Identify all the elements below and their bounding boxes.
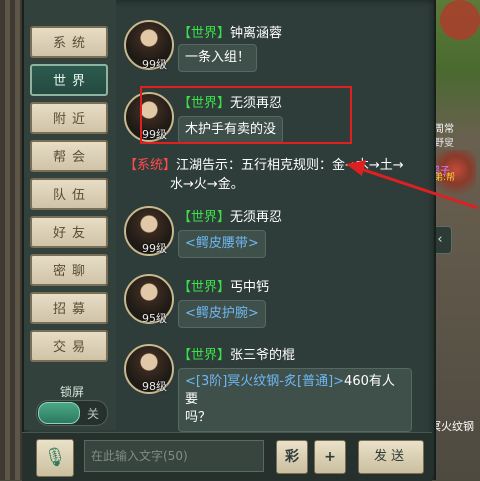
- scene-name-1: 周常: [434, 124, 454, 135]
- message-header: 【世界】张三爷的棍: [178, 344, 295, 363]
- scene-red-marker: [440, 0, 480, 40]
- tab-nearby[interactable]: 附近: [30, 102, 108, 134]
- message-bubble: <[3阶]冥火纹钢-炙[普通]>460有人要 吗？: [178, 368, 412, 432]
- tab-system[interactable]: 系统: [30, 26, 108, 58]
- item-link[interactable]: <鳄皮腰带>: [185, 236, 259, 251]
- system-text-line2: 水→火→金。: [170, 177, 244, 192]
- annotation-highlight-box: [140, 86, 352, 144]
- player-name[interactable]: 钟离涵蓉: [230, 26, 282, 41]
- lock-screen-toggle[interactable]: 关: [36, 400, 108, 426]
- message-header: 【世界】钟离涵蓉: [178, 22, 282, 41]
- player-level: 99级: [142, 58, 167, 71]
- add-button[interactable]: +: [314, 440, 346, 474]
- message-header: 【世界】无须再忍: [178, 206, 282, 225]
- system-message: 【系统】江湖告示：五行相克规则：金→木→土→ 水→火→金。: [124, 156, 424, 194]
- message-header: 【世界】丐中钙: [178, 276, 269, 295]
- chat-panel: 系统 世界 附近 帮会 队伍 好友 密聊 招募 交易 锁屏 关 99级 【世界】…: [22, 0, 436, 480]
- system-text: 【系统】江湖告示：五行相克规则：金→木→土→ 水→火→金。: [124, 156, 424, 194]
- lock-screen-label: 锁屏: [60, 385, 85, 399]
- chat-input[interactable]: [84, 440, 264, 472]
- channel-label: 【世界】: [178, 280, 231, 295]
- channel-label: 【世界】: [178, 26, 231, 41]
- player-level: 99级: [142, 242, 167, 255]
- channel-tabs: 系统 世界 附近 帮会 队伍 好友 密聊 招募 交易 锁屏 关: [24, 0, 116, 430]
- message-list[interactable]: 99级 【世界】钟离涵蓉 一条入组！ 99级 【世界】无须再忍 木护手有卖的没 …: [118, 0, 434, 432]
- scene-name-4: 弟:帮: [434, 173, 456, 183]
- system-text-line1: 江湖告示：五行相克规则：金→木→土→: [176, 158, 404, 173]
- channel-label: 【系统】: [124, 158, 177, 173]
- tab-private[interactable]: 密聊: [30, 254, 108, 286]
- voice-input-button[interactable]: 🎙: [36, 439, 74, 477]
- send-button[interactable]: 发送: [358, 440, 424, 474]
- toggle-knob: [38, 402, 80, 424]
- item-link[interactable]: <[3阶]冥火纹钢-炙[普通]>: [185, 374, 344, 389]
- item-link[interactable]: <鳄皮护腕>: [185, 306, 259, 321]
- message-bubble: <鳄皮腰带>: [178, 230, 266, 258]
- message-bubble: 一条入组！: [178, 44, 258, 72]
- tab-team[interactable]: 队伍: [30, 178, 108, 210]
- microphone-icon: 🎙: [43, 447, 67, 468]
- chevron-left-icon: ‹: [437, 232, 443, 247]
- message-text-line2: 吗？: [185, 410, 212, 425]
- tab-world[interactable]: 世界: [30, 64, 108, 96]
- color-text-button[interactable]: 彩: [276, 440, 308, 474]
- scene-name-2: 野叟: [434, 138, 454, 149]
- player-name[interactable]: 无须再忍: [230, 210, 282, 225]
- scene-bottom-text: 冥火纹钢: [430, 420, 474, 433]
- tab-friends[interactable]: 好友: [30, 216, 108, 248]
- player-level: 95级: [142, 312, 167, 325]
- chat-input-bar: 🎙 彩 + 发送: [22, 432, 432, 481]
- tab-recruit[interactable]: 招募: [30, 292, 108, 324]
- tab-trade[interactable]: 交易: [30, 330, 108, 362]
- tab-guild[interactable]: 帮会: [30, 140, 108, 172]
- channel-label: 【世界】: [178, 348, 231, 363]
- player-level: 98级: [142, 380, 167, 393]
- channel-label: 【世界】: [178, 210, 231, 225]
- player-name[interactable]: 丐中钙: [230, 280, 269, 295]
- toggle-state: 关: [87, 407, 100, 421]
- player-name[interactable]: 张三爷的棍: [230, 348, 295, 363]
- message-bubble: <鳄皮护腕>: [178, 300, 266, 328]
